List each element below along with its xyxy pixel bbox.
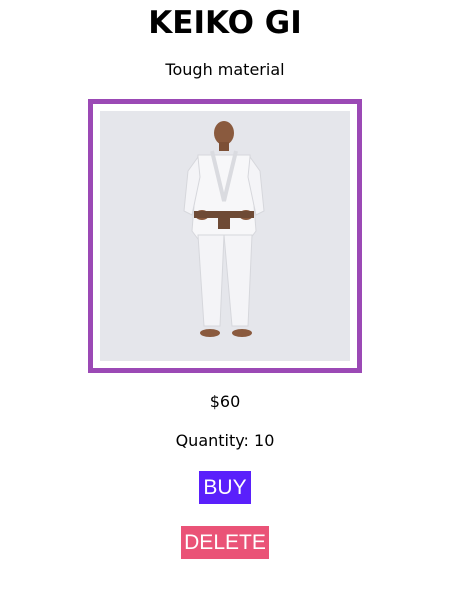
product-title: KEIKO GI <box>148 5 302 41</box>
product-image <box>100 111 350 361</box>
quantity-value: 10 <box>254 431 275 450</box>
product-quantity: Quantity: 10 <box>0 431 450 451</box>
product-image-frame <box>88 99 362 373</box>
quantity-label: Quantity: <box>175 431 249 450</box>
delete-button[interactable]: DELETE <box>181 526 269 559</box>
product-description: Tough material <box>165 60 285 79</box>
product-price: $60 <box>209 392 241 411</box>
product-card: KEIKO GI Tough material $60 Quantity: 10… <box>0 0 466 601</box>
buy-button[interactable]: BUY <box>199 471 251 504</box>
